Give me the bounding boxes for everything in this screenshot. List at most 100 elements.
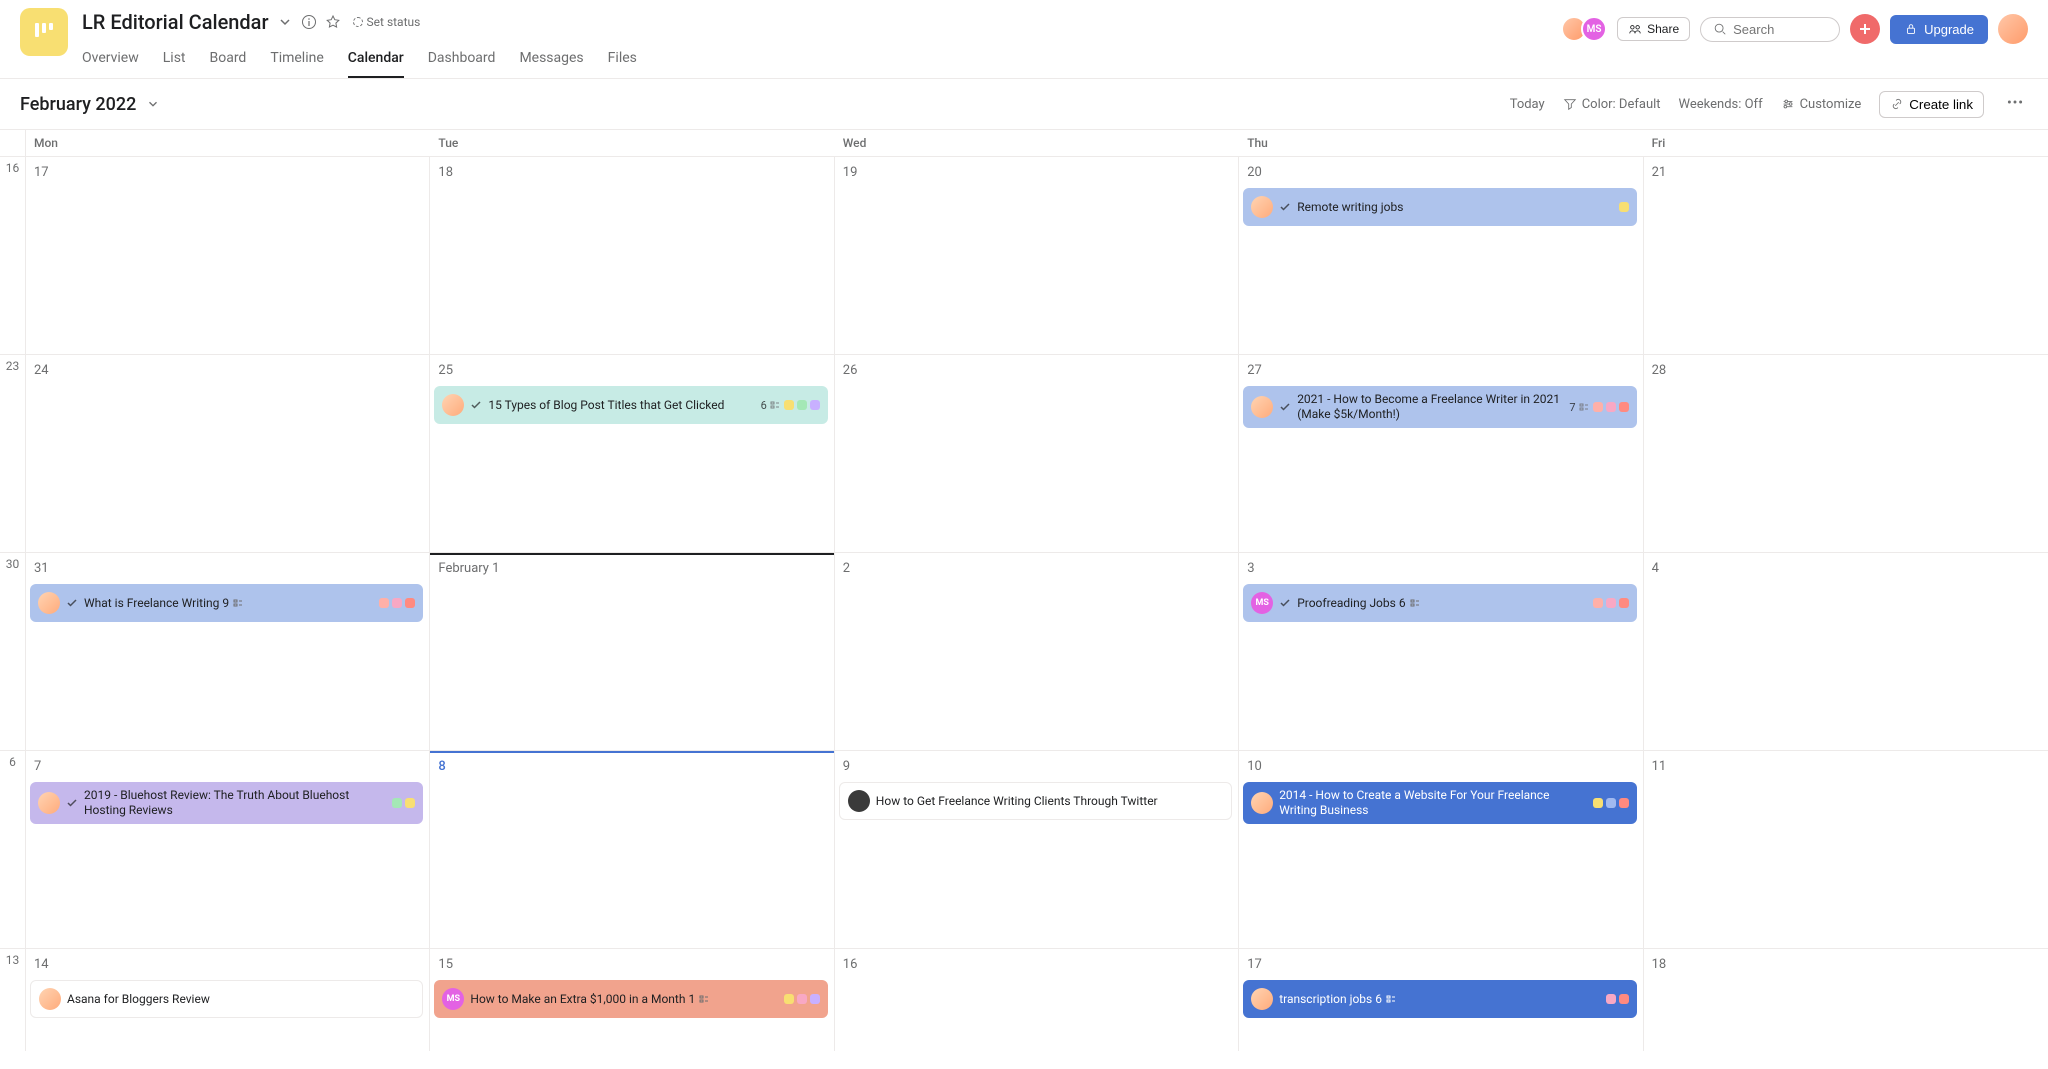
task-card[interactable]: How to Get Freelance Writing Clients Thr… <box>839 782 1232 820</box>
project-title[interactable]: LR Editorial Calendar <box>82 10 269 34</box>
day-cell[interactable]: February 1 <box>430 553 834 750</box>
link-icon <box>1890 97 1904 111</box>
subtask-icon <box>1409 597 1421 609</box>
day-cell[interactable]: 7 2019 - Bluehost Review: The Truth Abou… <box>26 751 430 948</box>
day-cell[interactable]: 28 <box>1644 355 2048 552</box>
weekends-button[interactable]: Weekends: Off <box>1679 97 1763 112</box>
day-cell[interactable]: 25 15 Types of Blog Post Titles that Get… <box>430 355 834 552</box>
day-header-thu: Thu <box>1239 130 1643 156</box>
day-cell[interactable]: 17 <box>26 157 430 354</box>
check-icon <box>470 399 482 411</box>
month-selector[interactable]: February 2022 <box>20 94 160 115</box>
task-card[interactable]: Asana for Bloggers Review <box>30 980 423 1018</box>
subtask-count: 7 <box>1569 401 1589 414</box>
task-card[interactable]: What is Freelance Writing 9 <box>30 584 423 622</box>
task-card[interactable]: 2014 - How to Create a Website For Your … <box>1243 782 1636 824</box>
task-title: 2019 - Bluehost Review: The Truth About … <box>84 788 386 818</box>
tag-dot <box>1593 402 1603 412</box>
tag-dot <box>1606 798 1616 808</box>
tag-dot <box>379 598 389 608</box>
avatar <box>1251 988 1273 1010</box>
day-cell[interactable]: 17 transcription jobs 6 <box>1239 949 1643 1051</box>
day-cell[interactable]: 4 <box>1644 553 2048 750</box>
color-button[interactable]: Color: Default <box>1563 97 1661 112</box>
avatar <box>38 592 60 614</box>
day-header-mon: Mon <box>26 130 430 156</box>
today-button[interactable]: Today <box>1510 97 1545 112</box>
task-card[interactable]: 2021 - How to Become a Freelance Writer … <box>1243 386 1636 428</box>
day-cell[interactable]: 3 MS Proofreading Jobs 6 <box>1239 553 1643 750</box>
task-title: Proofreading Jobs 6 <box>1297 596 1586 611</box>
day-cell[interactable]: 20 Remote writing jobs <box>1239 157 1643 354</box>
day-cell[interactable]: 31 What is Freelance Writing 9 <box>26 553 430 750</box>
day-cell[interactable]: 9 How to Get Freelance Writing Clients T… <box>835 751 1239 948</box>
star-icon[interactable] <box>325 14 341 30</box>
avatar: MS <box>442 988 464 1010</box>
people-icon <box>1628 22 1642 36</box>
set-status[interactable]: Set status <box>353 15 421 29</box>
customize-button[interactable]: Customize <box>1781 97 1862 112</box>
day-cell[interactable]: 2 <box>835 553 1239 750</box>
more-icon <box>2006 93 2024 111</box>
day-cell[interactable]: 19 <box>835 157 1239 354</box>
chevron-down-icon[interactable] <box>277 14 293 30</box>
tag-dot <box>1606 994 1616 1004</box>
info-icon[interactable] <box>301 14 317 30</box>
task-card[interactable]: Remote writing jobs <box>1243 188 1636 226</box>
task-card[interactable]: 2019 - Bluehost Review: The Truth About … <box>30 782 423 824</box>
create-link-button[interactable]: Create link <box>1879 91 1984 118</box>
subtask-icon <box>698 993 710 1005</box>
tag-dot <box>784 400 794 410</box>
tab-files[interactable]: Files <box>608 42 637 78</box>
task-card[interactable]: 15 Types of Blog Post Titles that Get Cl… <box>434 386 827 424</box>
day-cell[interactable]: 10 2014 - How to Create a Website For Yo… <box>1239 751 1643 948</box>
add-button[interactable] <box>1850 14 1880 44</box>
project-icon[interactable] <box>20 8 68 56</box>
subtask-icon <box>1578 401 1590 413</box>
view-tabs: Overview List Board Timeline Calendar Da… <box>82 42 1561 78</box>
day-cell[interactable]: 16 <box>835 949 1239 1051</box>
month-label: February 2022 <box>20 94 136 115</box>
search-box[interactable] <box>1700 17 1840 42</box>
profile-avatar[interactable] <box>1998 14 2028 44</box>
tag-dot <box>784 994 794 1004</box>
task-card[interactable]: MS Proofreading Jobs 6 <box>1243 584 1636 622</box>
sliders-icon <box>1781 97 1795 111</box>
member-avatars[interactable]: MS <box>1561 16 1607 42</box>
day-cell[interactable]: 18 <box>1644 949 2048 1051</box>
upgrade-button[interactable]: Upgrade <box>1890 15 1988 44</box>
task-card[interactable]: transcription jobs 6 <box>1243 980 1636 1018</box>
task-title: How to Make an Extra $1,000 in a Month 1 <box>470 992 777 1007</box>
check-icon <box>66 797 78 809</box>
tab-messages[interactable]: Messages <box>519 42 583 78</box>
tag-dot <box>1593 798 1603 808</box>
week-number: 30 <box>0 553 26 750</box>
avatar <box>848 790 870 812</box>
day-cell[interactable]: 26 <box>835 355 1239 552</box>
day-cell[interactable]: 15 MS How to Make an Extra $1,000 in a M… <box>430 949 834 1051</box>
day-cell[interactable]: 27 2021 - How to Become a Freelance Writ… <box>1239 355 1643 552</box>
day-cell[interactable]: 11 <box>1644 751 2048 948</box>
week-number: 16 <box>0 157 26 354</box>
tab-list[interactable]: List <box>163 42 186 78</box>
tab-overview[interactable]: Overview <box>82 42 139 78</box>
day-cell[interactable]: 14 Asana for Bloggers Review <box>26 949 430 1051</box>
tab-timeline[interactable]: Timeline <box>270 42 323 78</box>
tab-dashboard[interactable]: Dashboard <box>428 42 496 78</box>
tag-dot <box>797 994 807 1004</box>
task-title: Asana for Bloggers Review <box>67 992 414 1007</box>
more-button[interactable] <box>2002 89 2028 119</box>
task-title: What is Freelance Writing 9 <box>84 596 373 611</box>
day-cell[interactable]: 8 <box>430 751 834 948</box>
share-button[interactable]: Share <box>1617 17 1690 41</box>
tab-board[interactable]: Board <box>210 42 247 78</box>
day-cell[interactable]: 24 <box>26 355 430 552</box>
tag-dot <box>1619 598 1629 608</box>
search-input[interactable] <box>1733 22 1823 37</box>
task-card[interactable]: MS How to Make an Extra $1,000 in a Mont… <box>434 980 827 1018</box>
check-icon <box>1279 401 1291 413</box>
tag-dot <box>1619 994 1629 1004</box>
tab-calendar[interactable]: Calendar <box>348 42 404 78</box>
day-cell[interactable]: 21 <box>1644 157 2048 354</box>
day-cell[interactable]: 18 <box>430 157 834 354</box>
